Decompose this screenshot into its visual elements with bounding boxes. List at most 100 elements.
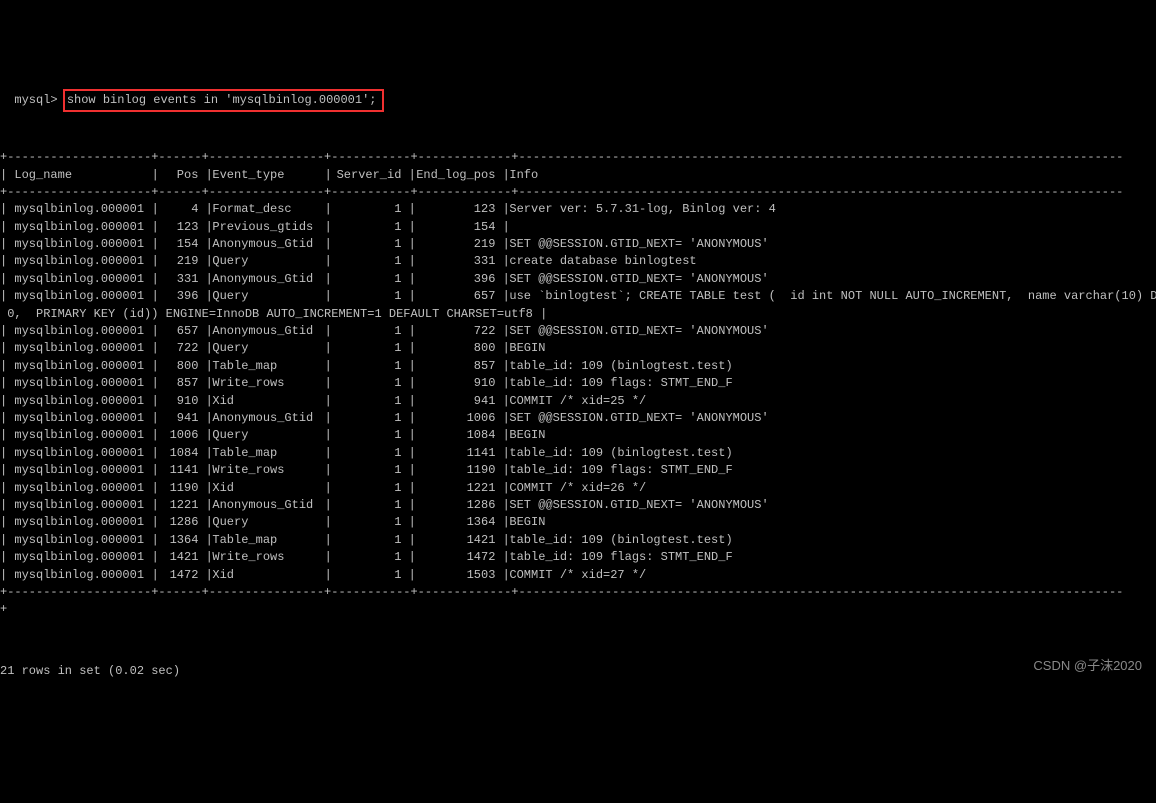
cell-event-type: Xid [212, 567, 317, 584]
column-separator: | [495, 497, 509, 514]
row-start-pipe: | [0, 550, 14, 564]
column-separator: | [198, 288, 212, 305]
column-separator: | [317, 497, 331, 514]
column-separator: | [495, 340, 509, 357]
cell-log-name: mysqlbinlog.000001 [14, 480, 144, 497]
result-footer: 21 rows in set (0.02 sec) [0, 663, 1156, 680]
cell-end-log-pos: 722 [415, 323, 495, 340]
cell-event-type: Format_desc [212, 201, 317, 218]
cell-pos: 941 [158, 410, 198, 427]
table-row: | mysqlbinlog.000001 | 396 | Query | 1 |… [0, 288, 1156, 305]
column-separator: | [401, 201, 415, 218]
table-row: | mysqlbinlog.000001 | 1221 | Anonymous_… [0, 497, 1156, 514]
cell-info: Server ver: 5.7.31-log, Binlog ver: 4 [509, 201, 775, 218]
column-separator: | [495, 480, 509, 497]
column-separator: | [144, 271, 158, 288]
column-separator: | [198, 271, 212, 288]
column-separator: | [198, 445, 212, 462]
cell-end-log-pos: 1472 [415, 549, 495, 566]
column-separator: | [495, 375, 509, 392]
column-separator: | [198, 375, 212, 392]
column-separator: | [198, 567, 212, 584]
column-separator: | [198, 393, 212, 410]
cell-end-log-pos: 1006 [415, 410, 495, 427]
cell-info: use `binlogtest`; CREATE TABLE test ( id… [509, 288, 1156, 305]
column-separator: | [495, 288, 509, 305]
cell-server-id: 1 [331, 375, 401, 392]
cell-log-name: mysqlbinlog.000001 [14, 410, 144, 427]
cell-info: table_id: 109 (binlogtest.test) [509, 445, 732, 462]
row-start-pipe: | [0, 568, 14, 582]
column-separator: | [144, 253, 158, 270]
cell-info: table_id: 109 (binlogtest.test) [509, 532, 732, 549]
divider: +--------------------+------+-----------… [0, 184, 1156, 201]
divider: +--------------------+------+-----------… [0, 149, 1156, 166]
cell-event-type: Write_rows [212, 549, 317, 566]
cell-end-log-pos: 1421 [415, 532, 495, 549]
cell-end-log-pos: 1503 [415, 567, 495, 584]
column-separator: | [401, 567, 415, 584]
cell-pos: 123 [158, 219, 198, 236]
cell-pos: 1141 [158, 462, 198, 479]
cell-server-id: 1 [331, 514, 401, 531]
cell-event-type: Anonymous_Gtid [212, 323, 317, 340]
column-separator: | [317, 167, 331, 184]
column-separator: | [495, 219, 509, 236]
row-start-pipe: | [0, 289, 14, 303]
cell-pos: 800 [158, 358, 198, 375]
cell-event-type: Xid [212, 480, 317, 497]
cell-log-name: mysqlbinlog.000001 [14, 340, 144, 357]
column-separator: | [317, 358, 331, 375]
cell-server-id: 1 [331, 410, 401, 427]
column-separator: | [495, 462, 509, 479]
column-separator: | [317, 236, 331, 253]
cell-event-type: Anonymous_Gtid [212, 497, 317, 514]
table-row: | mysqlbinlog.000001 | 800 | Table_map |… [0, 358, 1156, 375]
cell-pos: 4 [158, 201, 198, 218]
column-separator: | [495, 236, 509, 253]
column-separator: | [198, 427, 212, 444]
column-separator: | [198, 253, 212, 270]
cell-event-type: Xid [212, 393, 317, 410]
cell-server-id: 1 [331, 567, 401, 584]
column-separator: | [317, 253, 331, 270]
column-separator: | [495, 253, 509, 270]
row-start-pipe: | [0, 237, 14, 251]
cell-log-name: mysqlbinlog.000001 [14, 514, 144, 531]
cell-server-id: 1 [331, 219, 401, 236]
cell-log-name: mysqlbinlog.000001 [14, 375, 144, 392]
watermark: CSDN @子沫2020 [1033, 657, 1142, 676]
cell-event-type: Table_map [212, 445, 317, 462]
column-separator: | [198, 323, 212, 340]
cell-log-name: mysqlbinlog.000001 [14, 323, 144, 340]
column-separator: | [317, 219, 331, 236]
column-separator: | [317, 532, 331, 549]
cell-server-id: 1 [331, 288, 401, 305]
column-separator: | [198, 532, 212, 549]
cell-event-type: Write_rows [212, 462, 317, 479]
row-start-pipe: | [0, 272, 14, 286]
column-separator: | [198, 497, 212, 514]
table-row: | mysqlbinlog.000001 | 722 | Query | 1 |… [0, 340, 1156, 357]
cell-end-log-pos: 123 [415, 201, 495, 218]
column-separator: | [198, 201, 212, 218]
cell-log-name: mysqlbinlog.000001 [14, 201, 144, 218]
cell-event-type: Query [212, 340, 317, 357]
cell-end-log-pos: 910 [415, 375, 495, 392]
column-separator: | [317, 514, 331, 531]
table-row: | mysqlbinlog.000001 | 1084 | Table_map … [0, 445, 1156, 462]
column-separator: | [144, 219, 158, 236]
column-separator: | [317, 462, 331, 479]
column-separator: | [495, 549, 509, 566]
column-separator: | [401, 375, 415, 392]
column-separator: | [317, 288, 331, 305]
table-row: | mysqlbinlog.000001 | 1141 | Write_rows… [0, 462, 1156, 479]
table-row: | mysqlbinlog.000001 | 4 | Format_desc |… [0, 201, 1156, 218]
cell-log-name: mysqlbinlog.000001 [14, 567, 144, 584]
header-log-name: Log_name [14, 167, 144, 184]
row-start-pipe: | [0, 463, 14, 477]
column-separator: | [401, 219, 415, 236]
cell-end-log-pos: 857 [415, 358, 495, 375]
cell-log-name: mysqlbinlog.000001 [14, 549, 144, 566]
row-start-pipe: | [0, 341, 14, 355]
